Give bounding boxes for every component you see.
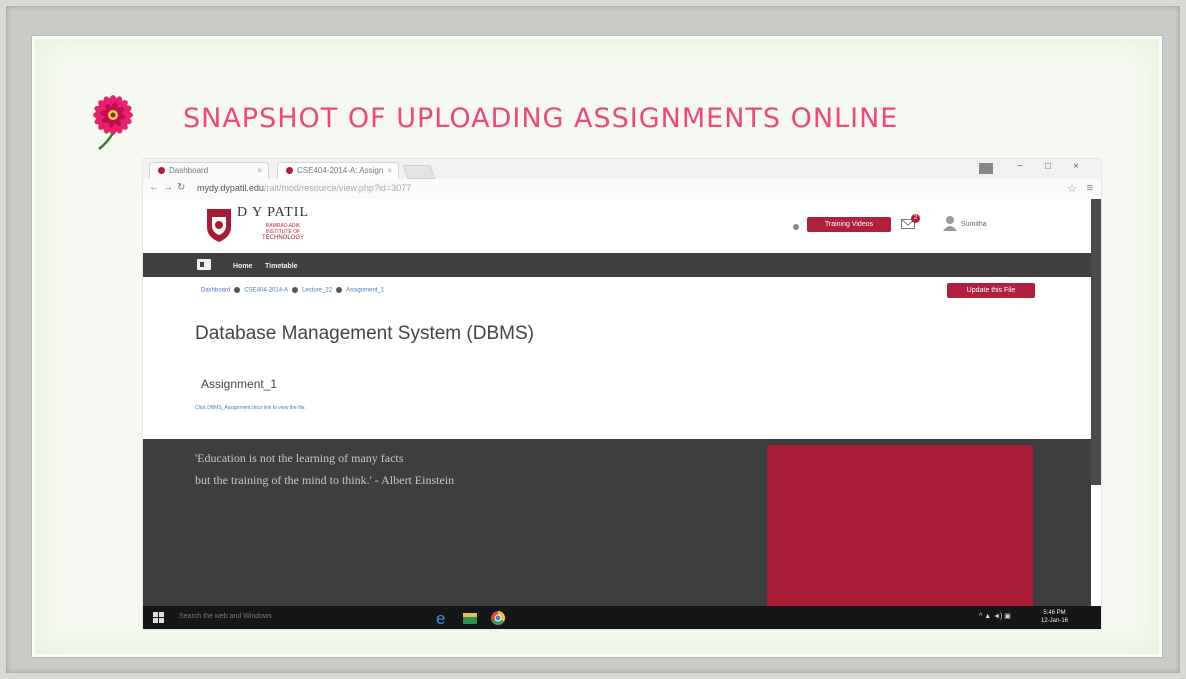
back-icon[interactable]: ← bbox=[149, 182, 159, 193]
user-avatar-icon[interactable] bbox=[943, 215, 957, 231]
logo-subtitle: RAMRAO ADIK INSTITUTE OF TECHNOLOGY bbox=[261, 223, 304, 241]
breadcrumb-item[interactable]: Lecture_22 bbox=[302, 288, 332, 294]
close-tab-icon[interactable]: × bbox=[257, 163, 262, 179]
breadcrumb-separator-icon bbox=[292, 287, 299, 293]
logo-name: D Y PATIL bbox=[237, 205, 310, 220]
reload-icon[interactable]: ↻ bbox=[177, 182, 185, 193]
assignment-title: Assignment_1 bbox=[201, 377, 278, 391]
chrome-icon[interactable] bbox=[487, 608, 509, 628]
new-tab-button[interactable] bbox=[402, 165, 436, 179]
flower-icon bbox=[93, 95, 133, 150]
notification-badge: 2 bbox=[911, 214, 920, 223]
system-tray-icons[interactable]: ^ ▲ ◄) ▣ bbox=[979, 612, 1011, 620]
close-window-button[interactable]: × bbox=[1073, 161, 1079, 172]
windows-start-icon[interactable] bbox=[153, 612, 164, 623]
breadcrumb-item[interactable]: CSE404-2014-A bbox=[244, 288, 288, 294]
status-dot-icon bbox=[793, 224, 799, 230]
assignment-file-link[interactable]: Click DBMS_Assignment.docx link to view … bbox=[195, 405, 306, 411]
user-menu[interactable]: Sumitha bbox=[961, 221, 987, 228]
training-videos-button[interactable]: Training Videos bbox=[807, 217, 891, 232]
bookmark-star-icon[interactable]: ☆ bbox=[1067, 182, 1077, 195]
nav-timetable[interactable]: Timetable bbox=[265, 263, 298, 270]
breadcrumb: Dashboard CSE404-2014-A Lecture_22 Assignme… bbox=[201, 287, 384, 294]
svg-text:e: e bbox=[436, 609, 445, 628]
file-explorer-icon[interactable] bbox=[459, 608, 481, 628]
footer-red-panel bbox=[767, 445, 1033, 615]
shield-logo-icon bbox=[207, 209, 231, 242]
breadcrumb-item[interactable]: Assignment_1 bbox=[346, 288, 384, 294]
breadcrumb-separator-icon bbox=[234, 287, 241, 293]
footer-quote-line: but the training of the mind to think.' … bbox=[195, 473, 455, 487]
forward-icon[interactable]: → bbox=[163, 182, 173, 193]
favicon-icon bbox=[286, 167, 293, 175]
tab-dashboard[interactable]: Dashboard × bbox=[149, 162, 269, 179]
close-tab-icon[interactable]: × bbox=[387, 163, 392, 179]
slide-title: SNAPSHOT OF UPLOADING ASSIGNMENTS ONLINE bbox=[183, 103, 899, 134]
url-field[interactable]: mydy.dypatil.edu/rait/mod/resource/view.… bbox=[197, 183, 411, 193]
browser-screenshot: Dashboard × CSE404-2014-A: Assign × − □ × … bbox=[143, 159, 1101, 629]
user-profile-icon[interactable] bbox=[979, 163, 993, 174]
scrollbar[interactable] bbox=[1091, 199, 1101, 485]
minimize-button[interactable]: − bbox=[1017, 161, 1023, 172]
breadcrumb-separator-icon bbox=[336, 287, 343, 293]
maximize-button[interactable]: □ bbox=[1045, 161, 1051, 172]
tab-assignment[interactable]: CSE404-2014-A: Assign × bbox=[277, 162, 399, 179]
taskbar-clock[interactable]: 5:46 PM 12-Jan-16 bbox=[1041, 609, 1068, 625]
favicon-icon bbox=[158, 167, 165, 175]
breadcrumb-item[interactable]: Dashboard bbox=[201, 288, 230, 294]
page-title: Database Management System (DBMS) bbox=[195, 323, 534, 344]
sidebar-toggle-icon[interactable] bbox=[197, 259, 211, 270]
edge-browser-icon[interactable]: e bbox=[431, 608, 453, 628]
update-file-button[interactable]: Update this File bbox=[947, 283, 1035, 298]
presentation-slide: SNAPSHOT OF UPLOADING ASSIGNMENTS ONLINE… bbox=[32, 36, 1162, 657]
menu-icon[interactable]: ≡ bbox=[1087, 182, 1093, 194]
nav-home[interactable]: Home bbox=[233, 263, 252, 270]
taskbar-search-input[interactable]: Search the web and Windows bbox=[179, 613, 272, 620]
footer-quote-line: 'Education is not the learning of many f… bbox=[195, 451, 404, 465]
windows-taskbar bbox=[143, 606, 1101, 629]
